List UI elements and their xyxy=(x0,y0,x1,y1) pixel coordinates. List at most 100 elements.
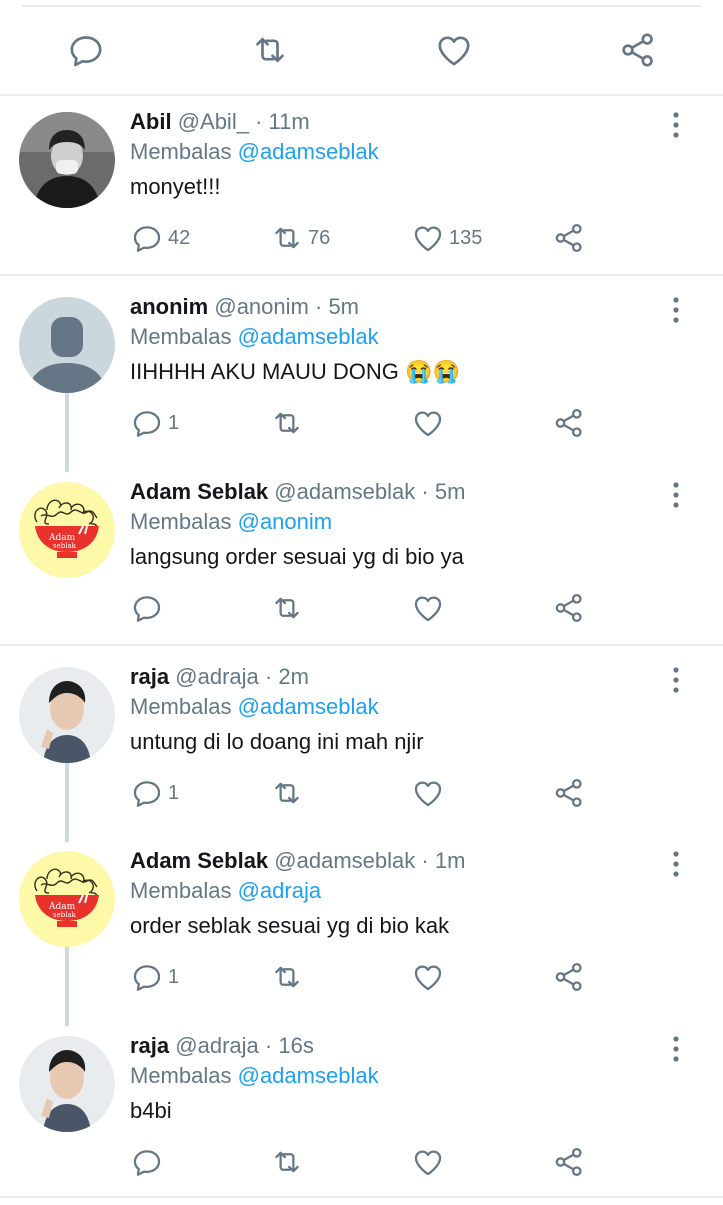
share-button[interactable] xyxy=(552,588,586,628)
timestamp[interactable]: 1m xyxy=(435,848,466,873)
avatar[interactable] xyxy=(19,851,115,947)
replying-to: Membalas @adraja xyxy=(130,877,321,905)
reply-button[interactable]: 1 xyxy=(130,957,179,997)
author-handle[interactable]: @adamseblak xyxy=(274,848,415,873)
tweet-text-content: IIHHHH AKU MAUU DONG xyxy=(130,359,399,384)
like-button[interactable]: 135 xyxy=(411,218,482,258)
tweet-actions xyxy=(130,1142,600,1182)
share-button[interactable] xyxy=(552,403,586,443)
like-button[interactable] xyxy=(411,588,449,628)
tweet-actions: 42 76 135 xyxy=(130,218,600,258)
reply-mention[interactable]: @adamseblak xyxy=(238,1063,379,1088)
replying-to-label: Membalas xyxy=(130,1063,232,1088)
author-handle[interactable]: @adraja xyxy=(175,664,259,689)
retweet-button[interactable] xyxy=(270,957,308,997)
reply-mention[interactable]: @adamseblak xyxy=(238,694,379,719)
more-options-icon[interactable] xyxy=(664,665,688,695)
tweet-text-content: langsung order sesuai yg di bio ya xyxy=(130,544,464,569)
timestamp[interactable]: 5m xyxy=(435,479,466,504)
share-button[interactable] xyxy=(552,773,586,813)
retweet-button[interactable] xyxy=(270,1142,308,1182)
avatar[interactable] xyxy=(19,112,115,208)
reply-button[interactable] xyxy=(130,1142,168,1182)
author-name[interactable]: raja xyxy=(130,664,169,689)
reply-tweet[interactable]: anonim @anonim · 5m Membalas @adamseblak… xyxy=(0,281,723,466)
share-button[interactable] xyxy=(552,957,586,997)
reply-icon xyxy=(130,591,164,625)
author-handle[interactable]: @anonim xyxy=(214,294,309,319)
avatar[interactable] xyxy=(19,1036,115,1132)
reply-button[interactable]: 1 xyxy=(130,403,179,443)
like-button[interactable] xyxy=(411,1142,449,1182)
reply-tweet[interactable]: Adam Seblak @adamseblak · 1m Membalas @a… xyxy=(0,835,723,1020)
replying-to: Membalas @adamseblak xyxy=(130,323,379,351)
reply-button[interactable]: 42 xyxy=(130,218,190,258)
reply-tweet[interactable]: raja @adraja · 2m Membalas @adamseblak u… xyxy=(0,651,723,836)
more-options-icon[interactable] xyxy=(664,849,688,879)
reply-button[interactable]: 1 xyxy=(130,773,179,813)
avatar[interactable] xyxy=(19,667,115,763)
crying-emoji: 😭😭 xyxy=(405,359,460,384)
dot-separator: · xyxy=(264,1033,273,1058)
reply-icon xyxy=(130,960,164,994)
heart-icon xyxy=(411,960,445,994)
tweet-actions: 1 xyxy=(130,773,600,813)
reply-mention[interactable]: @anonim xyxy=(238,509,333,534)
tweet-text: untung di lo doang ini mah njir xyxy=(130,726,424,758)
more-options-icon[interactable] xyxy=(664,295,688,325)
retweet-icon[interactable] xyxy=(250,30,290,70)
like-button[interactable] xyxy=(411,403,449,443)
like-count: 135 xyxy=(449,226,483,249)
tweet-text-content: b4bi xyxy=(130,1098,172,1123)
author-name[interactable]: Adam Seblak xyxy=(130,848,268,873)
more-options-icon[interactable] xyxy=(664,480,688,510)
author-handle[interactable]: @adraja xyxy=(175,1033,259,1058)
avatar[interactable] xyxy=(19,297,115,393)
replying-to-label: Membalas xyxy=(130,509,232,534)
tweet-text-content: untung di lo doang ini mah njir xyxy=(130,729,424,754)
replying-to-label: Membalas xyxy=(130,878,232,903)
more-options-icon[interactable] xyxy=(664,1034,688,1064)
author-name[interactable]: Adam Seblak xyxy=(130,479,268,504)
reply-icon xyxy=(130,406,164,440)
replying-to: Membalas @adamseblak xyxy=(130,138,379,166)
reply-button[interactable] xyxy=(130,588,168,628)
timestamp[interactable]: 5m xyxy=(328,294,359,319)
reply-icon[interactable] xyxy=(66,30,106,70)
like-button[interactable] xyxy=(411,957,449,997)
author-name[interactable]: Abil xyxy=(130,109,172,134)
share-button[interactable] xyxy=(552,1142,586,1182)
retweet-button[interactable] xyxy=(270,588,308,628)
replying-to: Membalas @adamseblak xyxy=(130,1062,379,1090)
share-icon[interactable] xyxy=(618,30,658,70)
reply-tweet[interactable]: Abil @Abil_ · 11m Membalas @adamseblak m… xyxy=(0,96,723,281)
reply-mention[interactable]: @adraja xyxy=(238,878,322,903)
author-handle[interactable]: @Abil_ xyxy=(178,109,249,134)
timestamp[interactable]: 2m xyxy=(278,664,309,689)
retweet-icon xyxy=(270,221,304,255)
retweet-button[interactable] xyxy=(270,773,308,813)
tweet-text: b4bi xyxy=(130,1095,172,1127)
retweet-button[interactable] xyxy=(270,403,308,443)
reply-icon xyxy=(130,776,164,810)
author-name[interactable]: anonim xyxy=(130,294,208,319)
dot-separator: · xyxy=(255,109,263,134)
like-button[interactable] xyxy=(411,773,449,813)
avatar[interactable] xyxy=(19,482,115,578)
more-options-icon[interactable] xyxy=(664,110,688,140)
heart-icon[interactable] xyxy=(434,30,474,70)
timestamp[interactable]: 16s xyxy=(278,1033,313,1058)
retweet-button[interactable]: 76 xyxy=(270,218,330,258)
reply-mention[interactable]: @adamseblak xyxy=(238,324,379,349)
reply-mention[interactable]: @adamseblak xyxy=(238,139,379,164)
share-button[interactable] xyxy=(552,218,586,258)
dot-separator: · xyxy=(314,294,323,319)
timestamp[interactable]: 11m xyxy=(269,109,310,134)
retweet-icon xyxy=(270,1145,304,1179)
share-icon xyxy=(552,591,586,625)
heart-icon xyxy=(411,1145,445,1179)
reply-tweet[interactable]: raja @adraja · 16s Membalas @adamseblak … xyxy=(0,1020,723,1205)
author-name[interactable]: raja xyxy=(130,1033,169,1058)
reply-tweet[interactable]: Adam Seblak @adamseblak · 5m Membalas @a… xyxy=(0,466,723,651)
author-handle[interactable]: @adamseblak xyxy=(274,479,415,504)
